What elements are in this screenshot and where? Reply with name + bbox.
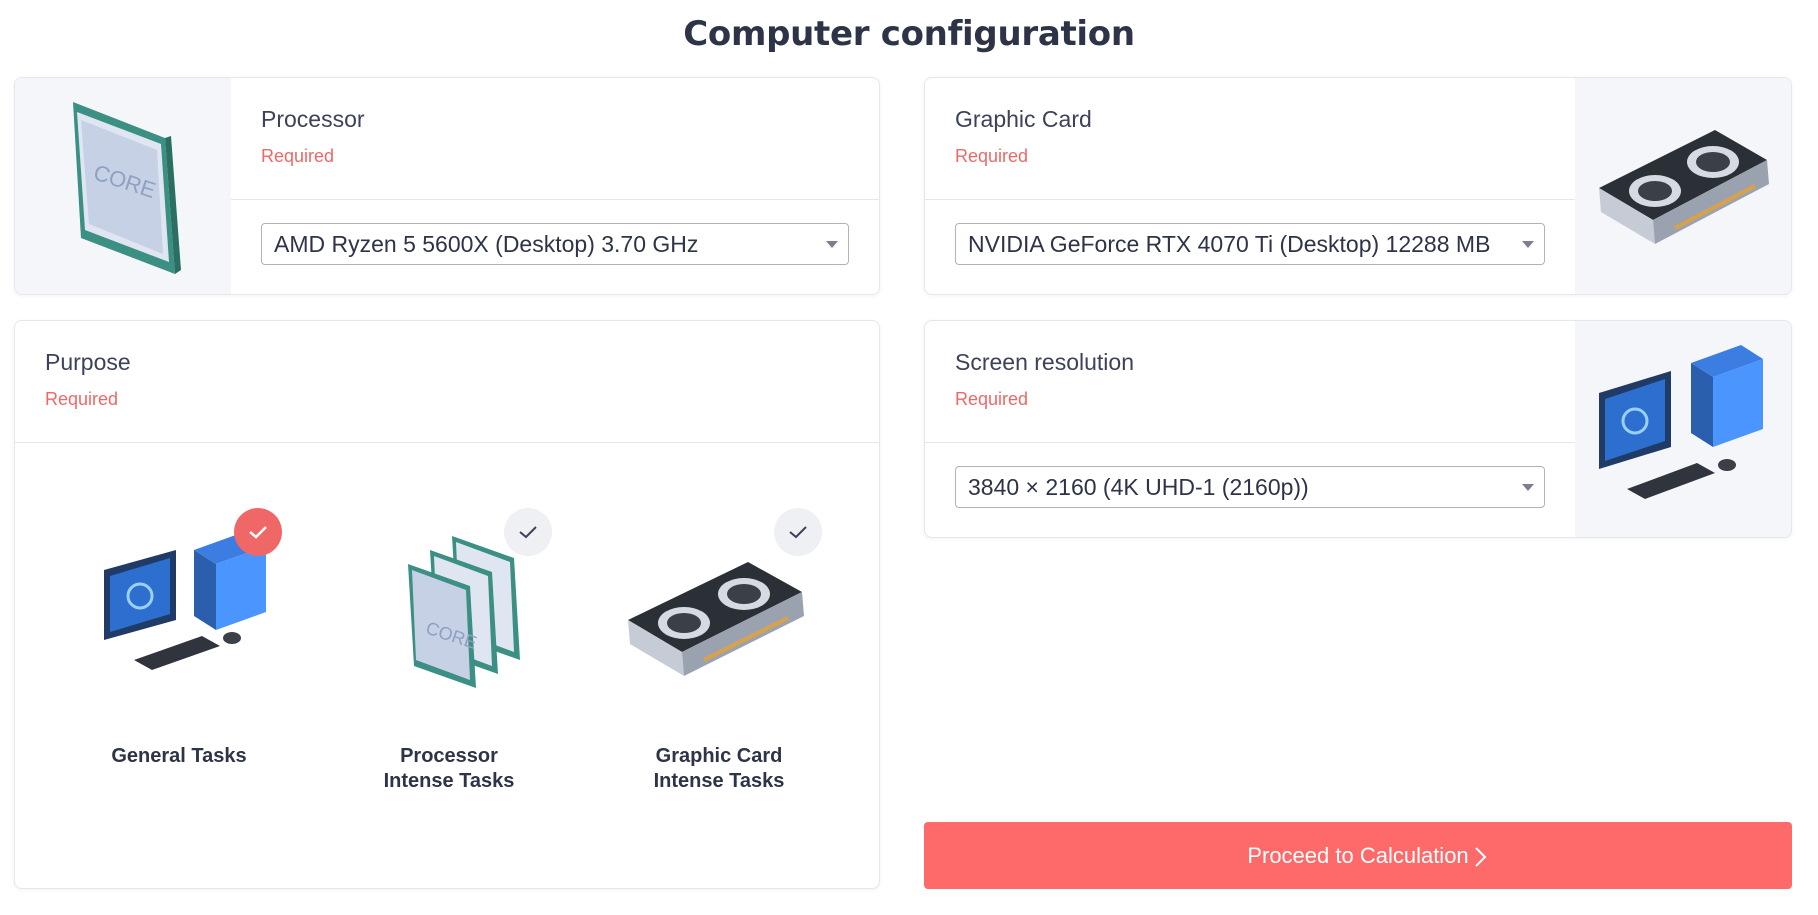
purpose-header: Purpose Required — [15, 321, 879, 443]
checkmark-icon — [249, 526, 267, 539]
unselected-check — [504, 508, 552, 556]
screen-resolution-title: Screen resolution — [955, 349, 1134, 375]
screen-resolution-select-value: 3840 × 2160 (4K UHD-1 (2160p)) — [968, 474, 1309, 500]
proceed-button[interactable]: Proceed to Calculation — [924, 822, 1792, 889]
graphic-card-title: Graphic Card — [955, 106, 1092, 132]
cpu-chip-icon: CORE — [73, 102, 181, 274]
chevron-down-icon — [826, 241, 838, 248]
desktop-pc-icon — [1599, 345, 1763, 499]
processor-select-value: AMD Ryzen 5 5600X (Desktop) 3.70 GHz — [274, 231, 699, 257]
page-title: Computer configuration — [683, 14, 1135, 54]
purpose-option-label: Graphic Card Intense Tasks — [653, 745, 785, 792]
processor-card: CORE Processor Required AMD Ryzen 5 5600… — [14, 77, 880, 295]
graphic-card-image-panel — [1575, 78, 1791, 294]
purpose-option-graphic-card-intense[interactable]: Graphic Card Intense Tasks — [604, 500, 834, 800]
purpose-option-general-tasks[interactable]: General Tasks — [64, 500, 294, 800]
screen-resolution-select[interactable]: 3840 × 2160 (4K UHD-1 (2160p)) — [955, 466, 1545, 508]
graphic-card-select[interactable]: NVIDIA GeForce RTX 4070 Ti (Desktop) 122… — [955, 223, 1545, 265]
purpose-title: Purpose — [45, 349, 131, 375]
screen-resolution-card: Screen resolution Required 3840 × 2160 (… — [924, 320, 1792, 538]
graphic-card-card: Graphic Card Required NVIDIA GeForce RTX… — [924, 77, 1792, 295]
chevron-right-icon — [1475, 847, 1487, 867]
gpu-card-icon — [1599, 130, 1769, 244]
chevron-down-icon — [1522, 241, 1534, 248]
processor-select[interactable]: AMD Ryzen 5 5600X (Desktop) 3.70 GHz — [261, 223, 849, 265]
proceed-button-label: Proceed to Calculation — [1247, 843, 1469, 868]
processor-title: Processor — [261, 106, 365, 132]
processor-header: Processor Required — [231, 78, 879, 200]
processor-image-panel: CORE — [15, 78, 231, 294]
unselected-check — [774, 508, 822, 556]
purpose-required: Required — [45, 389, 119, 409]
processor-required: Required — [261, 146, 335, 166]
screen-resolution-image-panel — [1575, 321, 1791, 537]
selected-check — [234, 508, 282, 556]
screen-resolution-required: Required — [955, 389, 1029, 409]
checkmark-icon — [789, 526, 807, 539]
screen-resolution-header: Screen resolution Required — [925, 321, 1575, 443]
purpose-option-processor-intense[interactable]: CORE Processor Intense Tasks — [334, 500, 564, 800]
checkmark-icon — [519, 526, 537, 539]
graphic-card-required: Required — [955, 146, 1029, 166]
graphic-card-select-value: NVIDIA GeForce RTX 4070 Ti (Desktop) 122… — [968, 231, 1491, 257]
graphic-card-header: Graphic Card Required — [925, 78, 1575, 200]
purpose-option-label: Processor Intense Tasks — [383, 745, 515, 792]
purpose-option-label: General Tasks — [111, 745, 247, 767]
chevron-down-icon — [1522, 484, 1534, 491]
